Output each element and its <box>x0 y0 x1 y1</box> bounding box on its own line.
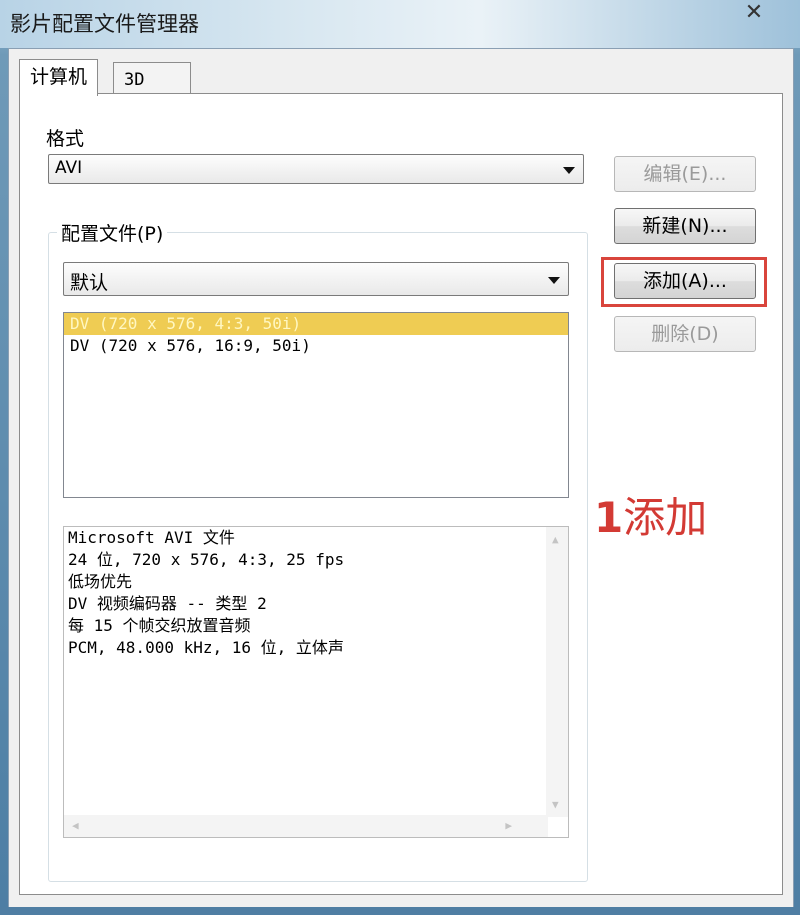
add-button[interactable]: 添加(A)... <box>614 263 756 299</box>
window-bottom-border <box>0 907 800 915</box>
delete-button[interactable]: 删除(D) <box>614 316 756 352</box>
title-bar[interactable]: 影片配置文件管理器 ✕ <box>0 0 800 48</box>
profile-info-box: Microsoft AVI 文件 24 位, 720 x 576, 4:3, 2… <box>63 526 569 838</box>
annotation-text: 添加 <box>623 493 708 542</box>
info-line: PCM, 48.000 kHz, 16 位, 立体声 <box>68 638 344 657</box>
format-dropdown[interactable]: AVI <box>48 154 584 184</box>
scroll-down-icon[interactable]: ▼ <box>552 798 559 811</box>
profile-list[interactable]: DV (720 x 576, 4:3, 50i) DV (720 x 576, … <box>63 312 569 498</box>
vertical-scrollbar[interactable]: ▲ ▼ <box>546 527 568 817</box>
close-icon[interactable]: ✕ <box>740 2 768 26</box>
edit-button[interactable]: 编辑(E)... <box>614 156 756 192</box>
info-line: DV 视频编码器 -- 类型 2 <box>68 594 267 613</box>
annotation-number: 1 <box>594 493 624 542</box>
chevron-down-icon <box>548 277 560 284</box>
profile-group-title: 配置文件(P) <box>57 219 168 246</box>
horizontal-scrollbar[interactable]: ◀ ▶ <box>64 815 548 837</box>
dialog-body: 计算机 3D 格式 AVI 配置文件(P) 默认 DV (720 x 576, … <box>8 48 794 909</box>
chevron-down-icon <box>563 167 575 174</box>
tab-computer[interactable]: 计算机 <box>19 59 99 96</box>
profile-groupbox: 配置文件(P) 默认 DV (720 x 576, 4:3, 50i) DV (… <box>48 219 588 882</box>
list-item[interactable]: DV (720 x 576, 4:3, 50i) <box>64 313 568 335</box>
new-button[interactable]: 新建(N)... <box>614 208 756 244</box>
info-line: 每 15 个帧交织放置音频 <box>68 616 251 635</box>
info-line: Microsoft AVI 文件 <box>68 528 235 547</box>
profile-dropdown[interactable]: 默认 <box>63 262 569 296</box>
profile-value: 默认 <box>70 272 109 294</box>
step-annotation: 1添加 <box>594 484 707 545</box>
info-line: 24 位, 720 x 576, 4:3, 25 fps <box>68 550 345 569</box>
scroll-left-icon[interactable]: ◀ <box>72 819 79 832</box>
scroll-right-icon[interactable]: ▶ <box>505 819 512 832</box>
tab-panel: 格式 AVI 配置文件(P) 默认 DV (720 x 576, 4:3, 50… <box>19 93 783 895</box>
dialog-window: 影片配置文件管理器 ✕ 计算机 3D 格式 AVI 配置文件(P) 默认 DV … <box>0 0 800 915</box>
window-title: 影片配置文件管理器 <box>10 12 199 36</box>
format-value: AVI <box>55 158 83 178</box>
list-item[interactable]: DV (720 x 576, 16:9, 50i) <box>64 335 568 357</box>
tab-3d[interactable]: 3D <box>113 62 191 96</box>
format-label: 格式 <box>46 128 85 150</box>
info-line: 低场优先 <box>68 572 133 591</box>
scroll-up-icon[interactable]: ▲ <box>552 533 559 546</box>
